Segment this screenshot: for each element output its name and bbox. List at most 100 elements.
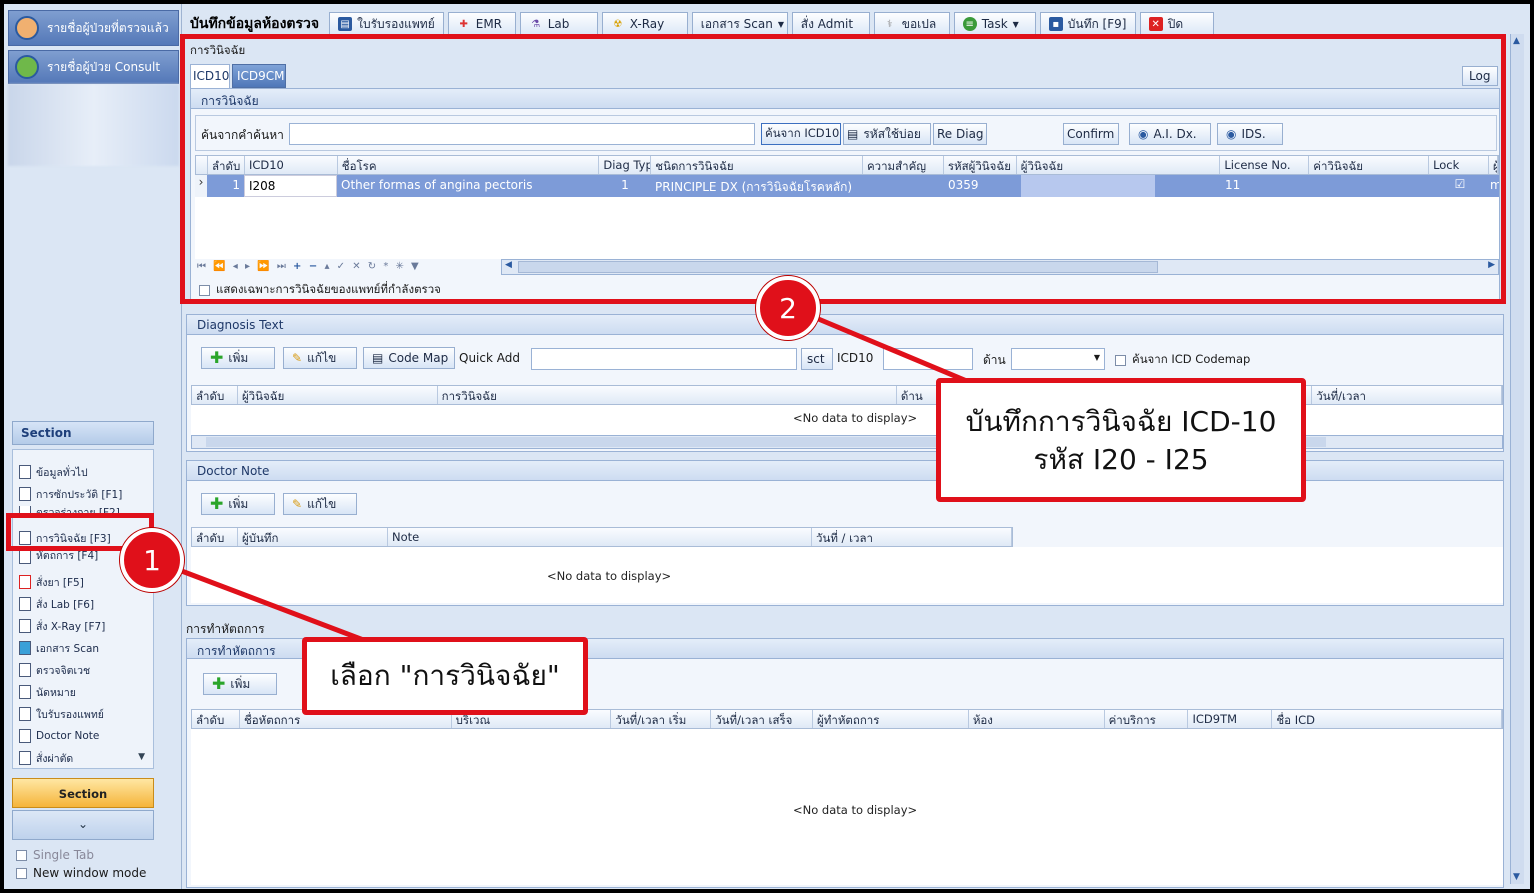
- section-item-general[interactable]: ข้อมูลทั่วไป: [19, 462, 88, 482]
- doctor-note-grid-header: ลำดับ ผู้บันทึก Note วันที่ / เวลา: [191, 527, 1013, 547]
- app-window: รายชื่อผู้ป่วยที่ตรวจแล้ว รายชื่อผู้ป่วย…: [4, 4, 1530, 889]
- emr-button[interactable]: ✚ EMR: [447, 12, 516, 36]
- section-item-scan[interactable]: เอกสาร Scan: [19, 638, 99, 658]
- icd10-label: ICD10: [837, 351, 874, 365]
- callout-line-1-text: บันทึกการวินิจฉัย ICD-10: [965, 405, 1277, 438]
- blurred-patient-info: [8, 84, 179, 166]
- doctor-note-panel: Doctor Note ✚ เพิ่ม ✎ แก้ไข ลำดับ ผู้บันทึ…: [186, 460, 1504, 606]
- step-2-badge: 2: [756, 276, 820, 340]
- checkbox-icon: [1115, 354, 1126, 366]
- section-item-history[interactable]: การซักประวัติ [F1]: [19, 484, 122, 504]
- section-expand[interactable]: ⌄: [12, 810, 154, 840]
- flask-icon: ⚗: [531, 18, 541, 30]
- certificate-button[interactable]: ▤ ใบรับรองแพทย์: [329, 12, 444, 36]
- procedure-outer-label: การทำหัตถการ: [186, 622, 265, 636]
- diagnosis-text-header: Diagnosis Text: [187, 315, 1503, 335]
- document-icon: [19, 487, 31, 501]
- close-button[interactable]: ✕ ปิด: [1139, 12, 1214, 36]
- callout-icd10-note: บันทึกการวินิจฉัย ICD-10 รหัส I20 - I25: [936, 378, 1306, 502]
- diagnosis-text-nodata: <No data to display>: [793, 411, 918, 425]
- scroll-up-icon[interactable]: ▲: [1513, 36, 1520, 46]
- section-item-appointment[interactable]: นัดหมาย: [19, 682, 76, 702]
- codemap-check[interactable]: ค้นจาก ICD Codemap: [1115, 351, 1250, 369]
- section-item-doctor-note[interactable]: Doctor Note: [19, 726, 99, 746]
- add-diagnosis-text-button[interactable]: ✚ เพิ่ม: [201, 347, 275, 369]
- procedure-nodata: <No data to display>: [793, 803, 918, 817]
- list-icon: [19, 597, 31, 611]
- caret-down-icon: ▼: [777, 19, 784, 29]
- doctor-icon: [15, 16, 39, 40]
- save-button[interactable]: ▪ บันทึก [F9]: [1039, 12, 1136, 36]
- list-icon: [19, 685, 31, 699]
- medicine-icon: [19, 575, 31, 589]
- chevron-down-icon: ⌄: [77, 817, 89, 831]
- section-header: Section: [12, 421, 154, 445]
- callout-line-2-text: รหัส I20 - I25: [1033, 443, 1209, 476]
- list-icon: ▤: [372, 351, 384, 365]
- list-icon: [19, 707, 31, 721]
- lab-button[interactable]: ⚗ Lab: [519, 12, 598, 36]
- add-user-icon: [15, 55, 39, 79]
- scroll-down-icon[interactable]: ▼: [1513, 872, 1520, 882]
- task-icon: ≡: [962, 17, 977, 31]
- section-item-surgery[interactable]: สั่งผ่าตัด: [19, 748, 73, 768]
- section-item-psychiatry[interactable]: ตรวจจิตเวช: [19, 660, 90, 680]
- callout-select-diagnosis: เลือก "การวินิจฉัย": [302, 637, 588, 715]
- nav-consult-patients[interactable]: รายชื่อผู้ป่วย Consult: [8, 50, 179, 84]
- add-procedure-button[interactable]: ✚ เพิ่ม: [203, 673, 277, 695]
- checkbox-icon: [16, 849, 27, 861]
- highlight-diagnosis-panel: [180, 34, 1506, 304]
- close-icon: ✕: [1148, 17, 1163, 31]
- sct-button[interactable]: sct: [801, 348, 833, 370]
- nav-examined-patients[interactable]: รายชื่อผู้ป่วยที่ตรวจแล้ว: [8, 10, 179, 46]
- section-item-lab[interactable]: สั่ง Lab [F6]: [19, 594, 94, 614]
- left-panel: รายชื่อผู้ป่วยที่ตรวจแล้ว รายชื่อผู้ป่วย…: [4, 4, 182, 889]
- xray-button[interactable]: ☢ X-Ray: [601, 12, 688, 36]
- edit-note-button[interactable]: ✎ แก้ไข: [283, 493, 357, 515]
- emr-icon: ✚: [459, 18, 468, 30]
- section-item-procedure[interactable]: หัตถการ [F4]: [19, 550, 98, 564]
- diagnosis-text-panel: Diagnosis Text ✚ เพิ่ม ✎ แก้ไข ▤ Code Map Q…: [186, 314, 1504, 452]
- calendar-icon: [19, 465, 31, 479]
- new-window-check[interactable]: New window mode: [16, 866, 146, 880]
- caret-down-icon: ▼: [1093, 353, 1100, 362]
- plus-icon: ✚: [210, 348, 224, 367]
- admit-button[interactable]: สั่ง Admit: [791, 12, 870, 36]
- icd10-input[interactable]: [883, 348, 973, 370]
- single-tab-check[interactable]: Single Tab: [16, 848, 94, 862]
- step-1-badge: 1: [120, 528, 184, 592]
- section-item-xray[interactable]: สั่ง X-Ray [F7]: [19, 616, 105, 636]
- quick-add-input[interactable]: [531, 348, 797, 370]
- nav-consult-label: รายชื่อผู้ป่วย Consult: [47, 59, 161, 74]
- list-icon: [19, 619, 31, 633]
- nav-examined-label: รายชื่อผู้ป่วยที่ตรวจแล้ว: [47, 20, 169, 35]
- list-icon: [19, 751, 31, 765]
- section-button[interactable]: Section: [12, 778, 154, 808]
- caret-down-icon: ▼: [1012, 19, 1019, 29]
- edit-diagnosis-text-button[interactable]: ✎ แก้ไข: [283, 347, 357, 369]
- section-item-medication[interactable]: สั่งยา [F5]: [19, 572, 84, 592]
- side-select[interactable]: ▼: [1011, 348, 1105, 370]
- list-icon: [19, 729, 31, 743]
- doctor-note-nodata: <No data to display>: [547, 569, 672, 583]
- horizontal-scrollbar[interactable]: [191, 435, 1503, 449]
- scan-icon: [19, 641, 31, 655]
- page-title: บันทึกข้อมูลห้องตรวจ: [190, 16, 320, 32]
- scroll-down-icon[interactable]: ▼: [138, 752, 145, 762]
- pencil-icon: ✎: [292, 497, 303, 511]
- stretcher-button[interactable]: ⚕ ขอเปล: [873, 12, 950, 36]
- task-button[interactable]: ≡ Task ▼: [953, 12, 1036, 36]
- stretcher-icon: ⚕: [887, 18, 893, 30]
- checkbox-icon: [16, 867, 27, 879]
- save-icon: ▪: [1048, 17, 1063, 31]
- code-map-button[interactable]: ▤ Code Map: [363, 347, 455, 369]
- plus-icon: ✚: [212, 674, 226, 693]
- certificate-icon: ▤: [338, 17, 353, 31]
- vertical-scrollbar[interactable]: ▲ ▼: [1510, 34, 1524, 884]
- section-list: ข้อมูลทั่วไป การซักประวัติ [F1] ตรวจร่าง…: [12, 449, 154, 769]
- diagnosis-text-grid-header: ลำดับ ผู้วินิจฉัย การวินิจฉัย ด้าน วันที…: [191, 385, 1503, 405]
- scan-dropdown[interactable]: เอกสาร Scan ▼: [691, 12, 788, 36]
- add-note-button[interactable]: ✚ เพิ่ม: [201, 493, 275, 515]
- section-item-certificate[interactable]: ใบรับรองแพทย์: [19, 704, 104, 724]
- pencil-icon: ✎: [292, 351, 303, 365]
